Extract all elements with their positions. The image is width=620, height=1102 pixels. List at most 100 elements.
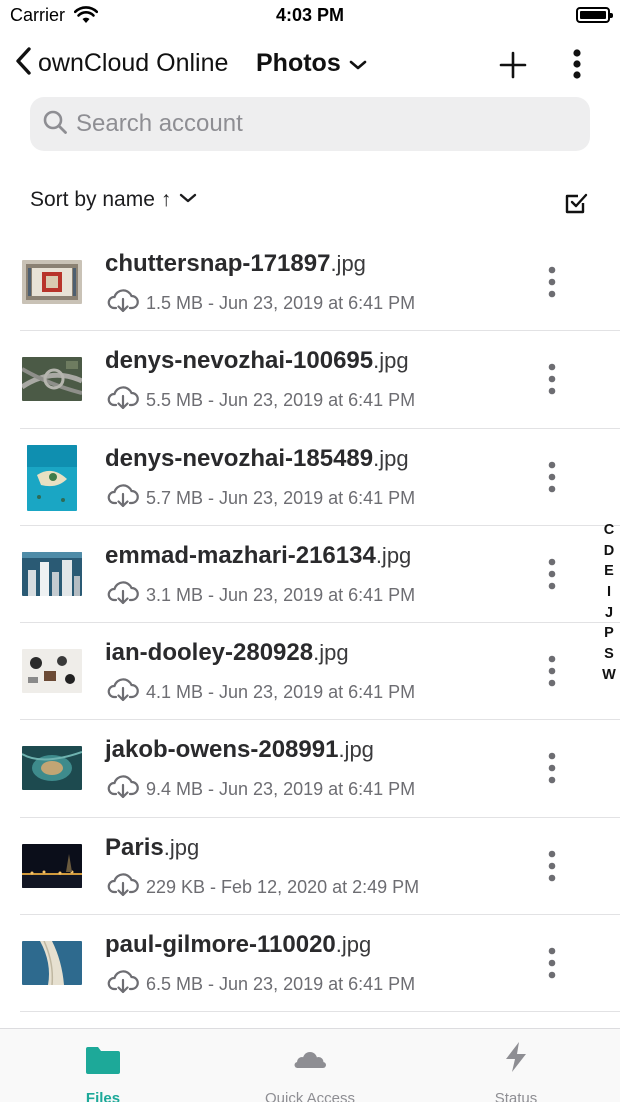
tab-quick-access[interactable]: Quick Access <box>240 1037 380 1102</box>
section-index-letter[interactable]: W <box>598 665 620 686</box>
file-actions-button[interactable] <box>538 943 566 983</box>
file-name: denys-nevozhai-100695.jpg <box>105 347 409 375</box>
section-index-letter[interactable]: P <box>598 623 620 644</box>
file-name: jakob-owens-208991.jpg <box>105 736 374 764</box>
cloud-download-icon <box>107 289 139 318</box>
select-items-button[interactable] <box>563 190 589 216</box>
tab-label: Quick Access <box>264 1090 356 1102</box>
cloud-download-icon <box>107 775 139 804</box>
file-details: 3.1 MB - Jun 23, 2019 at 6:41 PM <box>146 584 416 605</box>
tab-status[interactable]: Status <box>446 1037 586 1102</box>
image-thumbnail <box>22 746 82 791</box>
tab-label: Files <box>85 1090 121 1102</box>
file-actions-button[interactable] <box>538 262 566 302</box>
cloud-download-icon <box>107 970 139 999</box>
file-details: 5.5 MB - Jun 23, 2019 at 6:41 PM <box>146 390 416 411</box>
more-vertical-icon <box>573 49 581 79</box>
more-options-button[interactable] <box>562 46 592 82</box>
file-details: 1.5 MB - Jun 23, 2019 at 6:41 PM <box>146 293 416 313</box>
file-details: 9.4 MB - Jun 23, 2019 at 6:41 PM <box>146 779 416 800</box>
file-name: emmad-mazhari-216134.jpg <box>105 541 412 569</box>
cloud-download-icon <box>107 873 139 902</box>
file-name: denys-nevozhai-185489.jpg <box>105 444 409 472</box>
sort-direction: ↑ <box>160 188 172 211</box>
file-row[interactable]: denys-nevozhai-185489.jpg 5.7 MB - Jun 2… <box>20 429 620 526</box>
folder-icon <box>86 1047 120 1074</box>
section-index-letter[interactable]: C <box>598 520 620 541</box>
file-row[interactable]: Paris.jpg 229 KB - Feb 12, 2020 at 2:49 … <box>20 818 620 916</box>
section-index-letter[interactable]: I <box>598 582 620 603</box>
more-vertical-icon <box>548 947 556 979</box>
image-thumbnail <box>22 260 82 304</box>
more-vertical-icon <box>548 558 556 590</box>
file-actions-button[interactable] <box>538 457 566 497</box>
folder-title-menu[interactable]: Photos <box>256 49 367 78</box>
bolt-icon <box>506 1042 526 1072</box>
file-name: paul-gilmore-110020.jpg <box>105 931 372 959</box>
more-vertical-icon <box>548 850 556 882</box>
file-row[interactable]: denys-nevozhai-100695.jpg 5.5 MB - Jun 2… <box>20 331 620 429</box>
search-input[interactable] <box>76 110 556 138</box>
file-row[interactable]: chuttersnap-171897.jpg 1.5 MB - Jun 23, … <box>20 234 620 332</box>
image-thumbnail <box>22 941 82 986</box>
image-thumbnail <box>22 551 82 596</box>
file-row[interactable]: ian-dooley-280928.jpg 4.1 MB - Jun 23, 2… <box>20 623 620 721</box>
file-row[interactable]: emmad-mazhari-216134.jpg 3.1 MB - Jun 23… <box>20 526 620 624</box>
file-details: 5.7 MB - Jun 23, 2019 at 6:41 PM <box>146 487 416 508</box>
file-details: 6.5 MB - Jun 23, 2019 at 6:41 PM <box>146 974 416 995</box>
cloud-download-icon <box>107 678 139 707</box>
file-actions-button[interactable] <box>538 748 566 788</box>
add-button[interactable] <box>496 48 530 82</box>
more-vertical-icon <box>548 753 556 784</box>
file-meta: 9.4 MB - Jun 23, 2019 at 6:41 PM <box>107 775 415 804</box>
more-vertical-icon <box>548 363 556 395</box>
image-thumbnail <box>22 843 82 888</box>
section-index[interactable]: C D E I J P S W <box>598 520 620 686</box>
file-row[interactable]: jakob-owens-208991.jpg 9.4 MB - Jun 23, … <box>20 720 620 818</box>
tab-label: Status <box>494 1090 538 1102</box>
cloud-download-icon <box>107 581 139 610</box>
chevron-left-icon <box>14 46 32 81</box>
file-actions-button[interactable] <box>538 359 566 399</box>
file-meta: 1.5 MB - Jun 23, 2019 at 6:41 PM <box>107 289 415 318</box>
chevron-down-icon <box>179 191 197 209</box>
cloud-download-icon <box>107 483 139 513</box>
file-details: 4.1 MB - Jun 23, 2019 at 6:41 PM <box>146 682 416 703</box>
section-index-letter[interactable]: E <box>598 561 620 582</box>
file-meta: 4.1 MB - Jun 23, 2019 at 6:41 PM <box>107 678 415 707</box>
clock: 4:03 PM <box>275 5 345 25</box>
battery-icon <box>576 7 613 23</box>
plus-icon <box>499 51 527 79</box>
file-list: chuttersnap-171897.jpg 1.5 MB - Jun 23, … <box>0 234 620 1013</box>
file-actions-button[interactable] <box>538 554 566 594</box>
search-icon <box>42 109 68 140</box>
file-row[interactable]: paul-gilmore-110020.jpg 6.5 MB - Jun 23,… <box>20 915 620 1013</box>
file-meta: 6.5 MB - Jun 23, 2019 at 6:41 PM <box>107 970 415 999</box>
image-thumbnail <box>27 444 77 511</box>
file-name: chuttersnap-171897.jpg <box>105 250 366 277</box>
more-vertical-icon <box>548 655 556 687</box>
file-meta: 229 KB - Feb 12, 2020 at 2:49 PM <box>107 873 419 902</box>
more-vertical-icon <box>548 461 556 492</box>
section-index-letter[interactable]: S <box>598 644 620 665</box>
section-index-letter[interactable]: D <box>598 541 620 562</box>
checkbox-icon <box>565 193 588 214</box>
tab-files[interactable]: Files <box>33 1037 173 1102</box>
folder-title: Photos <box>256 49 341 77</box>
file-name: Paris.jpg <box>105 833 200 861</box>
sort-button[interactable]: Sort by name ↑ <box>30 188 197 212</box>
cloud-download-icon <box>107 386 139 415</box>
section-index-letter[interactable]: J <box>598 603 620 624</box>
back-label: ownCloud Online <box>38 48 229 77</box>
file-actions-button[interactable] <box>538 651 566 691</box>
file-meta: 3.1 MB - Jun 23, 2019 at 6:41 PM <box>107 581 415 610</box>
back-button[interactable]: ownCloud Online <box>14 46 228 80</box>
chevron-down-icon <box>349 49 367 78</box>
search-bar[interactable] <box>30 97 590 151</box>
file-details: 229 KB - Feb 12, 2020 at 2:49 PM <box>146 876 420 897</box>
image-thumbnail <box>22 649 82 694</box>
more-vertical-icon <box>548 266 556 298</box>
file-actions-button[interactable] <box>538 846 566 886</box>
status-bar: Carrier 4:03 PM <box>0 0 620 32</box>
file-meta: 5.7 MB - Jun 23, 2019 at 6:41 PM <box>107 483 416 513</box>
